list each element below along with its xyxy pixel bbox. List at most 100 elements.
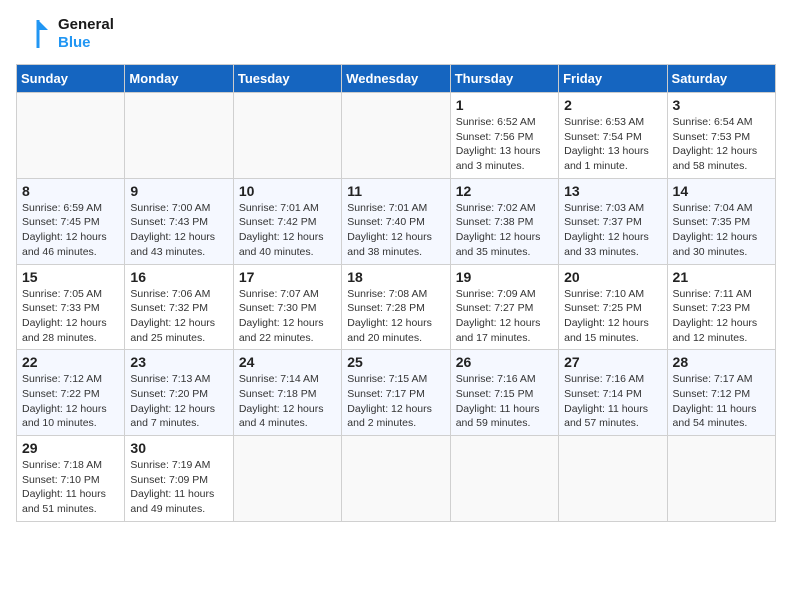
calendar-week-4: 22 Sunrise: 7:12 AMSunset: 7:22 PMDaylig…: [17, 350, 776, 436]
day-cell-8: 8 Sunrise: 6:59 AMSunset: 7:45 PMDayligh…: [17, 178, 125, 264]
day-cell-17: 17 Sunrise: 7:07 AMSunset: 7:30 PMDaylig…: [233, 264, 341, 350]
day-number: 11: [347, 183, 444, 199]
day-cell-12: 12 Sunrise: 7:02 AMSunset: 7:38 PMDaylig…: [450, 178, 558, 264]
day-cell-20: 20 Sunrise: 7:10 AMSunset: 7:25 PMDaylig…: [559, 264, 667, 350]
day-cell-30: 30 Sunrise: 7:19 AMSunset: 7:09 PMDaylig…: [125, 436, 233, 522]
day-number: 15: [22, 269, 119, 285]
day-number: 22: [22, 354, 119, 370]
empty-cell: [342, 436, 450, 522]
day-info: Sunrise: 7:09 AMSunset: 7:27 PMDaylight:…: [456, 288, 541, 344]
empty-cell: [125, 93, 233, 179]
day-number: 27: [564, 354, 661, 370]
day-number: 26: [456, 354, 553, 370]
day-cell-27: 27 Sunrise: 7:16 AMSunset: 7:14 PMDaylig…: [559, 350, 667, 436]
day-number: 9: [130, 183, 227, 199]
day-cell-29: 29 Sunrise: 7:18 AMSunset: 7:10 PMDaylig…: [17, 436, 125, 522]
day-number: 18: [347, 269, 444, 285]
day-number: 10: [239, 183, 336, 199]
day-info: Sunrise: 7:11 AMSunset: 7:23 PMDaylight:…: [673, 288, 758, 344]
day-number: 25: [347, 354, 444, 370]
column-header-friday: Friday: [559, 65, 667, 93]
day-info: Sunrise: 7:01 AMSunset: 7:42 PMDaylight:…: [239, 202, 324, 258]
day-number: 12: [456, 183, 553, 199]
day-number: 8: [22, 183, 119, 199]
empty-cell: [667, 436, 775, 522]
day-number: 3: [673, 97, 770, 113]
day-cell-26: 26 Sunrise: 7:16 AMSunset: 7:15 PMDaylig…: [450, 350, 558, 436]
day-number: 1: [456, 97, 553, 113]
day-info: Sunrise: 7:12 AMSunset: 7:22 PMDaylight:…: [22, 373, 107, 429]
calendar-week-2: 8 Sunrise: 6:59 AMSunset: 7:45 PMDayligh…: [17, 178, 776, 264]
day-number: 16: [130, 269, 227, 285]
day-cell-22: 22 Sunrise: 7:12 AMSunset: 7:22 PMDaylig…: [17, 350, 125, 436]
day-cell-1: 1 Sunrise: 6:52 AMSunset: 7:56 PMDayligh…: [450, 93, 558, 179]
calendar-week-1: 1 Sunrise: 6:52 AMSunset: 7:56 PMDayligh…: [17, 93, 776, 179]
day-cell-9: 9 Sunrise: 7:00 AMSunset: 7:43 PMDayligh…: [125, 178, 233, 264]
day-info: Sunrise: 6:59 AMSunset: 7:45 PMDaylight:…: [22, 202, 107, 258]
calendar-header-row: SundayMondayTuesdayWednesdayThursdayFrid…: [17, 65, 776, 93]
column-header-wednesday: Wednesday: [342, 65, 450, 93]
day-info: Sunrise: 7:17 AMSunset: 7:12 PMDaylight:…: [673, 373, 757, 429]
calendar-table: SundayMondayTuesdayWednesdayThursdayFrid…: [16, 64, 776, 522]
empty-cell: [233, 93, 341, 179]
day-cell-19: 19 Sunrise: 7:09 AMSunset: 7:27 PMDaylig…: [450, 264, 558, 350]
day-number: 24: [239, 354, 336, 370]
day-cell-15: 15 Sunrise: 7:05 AMSunset: 7:33 PMDaylig…: [17, 264, 125, 350]
day-cell-13: 13 Sunrise: 7:03 AMSunset: 7:37 PMDaylig…: [559, 178, 667, 264]
day-info: Sunrise: 7:14 AMSunset: 7:18 PMDaylight:…: [239, 373, 324, 429]
day-info: Sunrise: 7:15 AMSunset: 7:17 PMDaylight:…: [347, 373, 432, 429]
empty-cell: [17, 93, 125, 179]
day-number: 21: [673, 269, 770, 285]
column-header-tuesday: Tuesday: [233, 65, 341, 93]
calendar-week-3: 15 Sunrise: 7:05 AMSunset: 7:33 PMDaylig…: [17, 264, 776, 350]
column-header-thursday: Thursday: [450, 65, 558, 93]
day-number: 19: [456, 269, 553, 285]
day-cell-23: 23 Sunrise: 7:13 AMSunset: 7:20 PMDaylig…: [125, 350, 233, 436]
logo: General Blue: [16, 16, 114, 52]
day-cell-24: 24 Sunrise: 7:14 AMSunset: 7:18 PMDaylig…: [233, 350, 341, 436]
day-info: Sunrise: 7:04 AMSunset: 7:35 PMDaylight:…: [673, 202, 758, 258]
day-info: Sunrise: 6:54 AMSunset: 7:53 PMDaylight:…: [673, 116, 758, 172]
day-cell-14: 14 Sunrise: 7:04 AMSunset: 7:35 PMDaylig…: [667, 178, 775, 264]
day-cell-16: 16 Sunrise: 7:06 AMSunset: 7:32 PMDaylig…: [125, 264, 233, 350]
calendar-week-5: 29 Sunrise: 7:18 AMSunset: 7:10 PMDaylig…: [17, 436, 776, 522]
day-info: Sunrise: 7:03 AMSunset: 7:37 PMDaylight:…: [564, 202, 649, 258]
page-header: General Blue: [16, 16, 776, 52]
day-number: 14: [673, 183, 770, 199]
day-cell-11: 11 Sunrise: 7:01 AMSunset: 7:40 PMDaylig…: [342, 178, 450, 264]
day-info: Sunrise: 7:16 AMSunset: 7:15 PMDaylight:…: [456, 373, 540, 429]
column-header-monday: Monday: [125, 65, 233, 93]
empty-cell: [450, 436, 558, 522]
column-header-sunday: Sunday: [17, 65, 125, 93]
day-cell-18: 18 Sunrise: 7:08 AMSunset: 7:28 PMDaylig…: [342, 264, 450, 350]
day-cell-25: 25 Sunrise: 7:15 AMSunset: 7:17 PMDaylig…: [342, 350, 450, 436]
day-info: Sunrise: 7:02 AMSunset: 7:38 PMDaylight:…: [456, 202, 541, 258]
day-number: 13: [564, 183, 661, 199]
day-info: Sunrise: 6:52 AMSunset: 7:56 PMDaylight:…: [456, 116, 541, 172]
day-cell-3: 3 Sunrise: 6:54 AMSunset: 7:53 PMDayligh…: [667, 93, 775, 179]
day-number: 29: [22, 440, 119, 456]
day-number: 23: [130, 354, 227, 370]
day-cell-28: 28 Sunrise: 7:17 AMSunset: 7:12 PMDaylig…: [667, 350, 775, 436]
empty-cell: [233, 436, 341, 522]
empty-cell: [559, 436, 667, 522]
day-number: 20: [564, 269, 661, 285]
day-info: Sunrise: 7:00 AMSunset: 7:43 PMDaylight:…: [130, 202, 215, 258]
day-number: 2: [564, 97, 661, 113]
day-info: Sunrise: 7:08 AMSunset: 7:28 PMDaylight:…: [347, 288, 432, 344]
day-cell-10: 10 Sunrise: 7:01 AMSunset: 7:42 PMDaylig…: [233, 178, 341, 264]
day-number: 28: [673, 354, 770, 370]
column-header-saturday: Saturday: [667, 65, 775, 93]
day-info: Sunrise: 7:07 AMSunset: 7:30 PMDaylight:…: [239, 288, 324, 344]
day-cell-2: 2 Sunrise: 6:53 AMSunset: 7:54 PMDayligh…: [559, 93, 667, 179]
logo-line2: Blue: [58, 34, 114, 52]
day-info: Sunrise: 7:13 AMSunset: 7:20 PMDaylight:…: [130, 373, 215, 429]
logo-svg-icon: [16, 16, 52, 52]
logo-line1: General: [58, 16, 114, 34]
day-number: 30: [130, 440, 227, 456]
day-info: Sunrise: 7:06 AMSunset: 7:32 PMDaylight:…: [130, 288, 215, 344]
day-info: Sunrise: 7:01 AMSunset: 7:40 PMDaylight:…: [347, 202, 432, 258]
day-info: Sunrise: 7:10 AMSunset: 7:25 PMDaylight:…: [564, 288, 649, 344]
day-info: Sunrise: 7:19 AMSunset: 7:09 PMDaylight:…: [130, 459, 214, 515]
day-info: Sunrise: 7:16 AMSunset: 7:14 PMDaylight:…: [564, 373, 648, 429]
